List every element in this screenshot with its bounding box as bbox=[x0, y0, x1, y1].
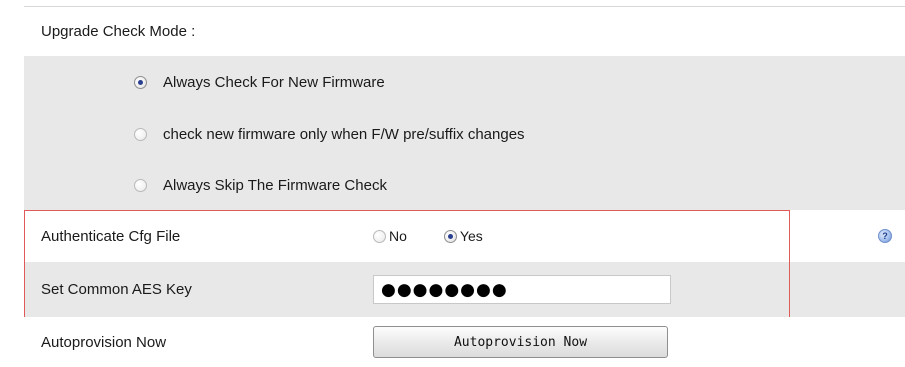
provisioning-settings-panel: Upgrade Check Mode : Always Check For Ne… bbox=[0, 0, 905, 367]
authenticate-no-option[interactable]: No bbox=[373, 228, 407, 244]
common-aes-key-input[interactable]: ●●●●●●●● bbox=[373, 275, 671, 304]
upgrade-option-prefix-suffix[interactable]: check new firmware only when F/W pre/suf… bbox=[134, 108, 525, 161]
autoprovision-label: Autoprovision Now bbox=[41, 333, 167, 351]
upgrade-option-always-check[interactable]: Always Check For New Firmware bbox=[134, 56, 385, 108]
upgrade-option-prefix-suffix-label: check new firmware only when F/W pre/suf… bbox=[163, 126, 525, 143]
upgrade-check-mode-header-row: Upgrade Check Mode : bbox=[24, 7, 905, 56]
authenticate-cfg-file-label: Authenticate Cfg File bbox=[41, 227, 181, 245]
upgrade-check-mode-title: Upgrade Check Mode : bbox=[41, 23, 196, 40]
upgrade-option-always-skip[interactable]: Always Skip The Firmware Check bbox=[134, 161, 387, 210]
upgrade-option-row-always-check: Always Check For New Firmware bbox=[24, 56, 905, 108]
radio-authenticate-yes[interactable] bbox=[443, 229, 457, 243]
radio-prefix-suffix[interactable] bbox=[134, 128, 147, 141]
authenticate-yes-option[interactable]: Yes bbox=[443, 228, 483, 244]
radio-always-skip[interactable] bbox=[134, 179, 147, 192]
autoprovision-control: Autoprovision Now bbox=[373, 317, 668, 367]
help-question-icon[interactable]: ? bbox=[878, 210, 892, 262]
radio-always-check[interactable] bbox=[134, 75, 147, 89]
radio-authenticate-no[interactable] bbox=[373, 229, 386, 243]
upgrade-option-always-check-label: Always Check For New Firmware bbox=[163, 73, 385, 91]
common-aes-key-label: Set Common AES Key bbox=[41, 281, 192, 298]
common-aes-key-control: ●●●●●●●● bbox=[373, 262, 671, 317]
upgrade-option-row-prefix-suffix: check new firmware only when F/W pre/suf… bbox=[24, 108, 905, 161]
authenticate-cfg-file-control: No Yes bbox=[373, 210, 483, 262]
upgrade-option-always-skip-label: Always Skip The Firmware Check bbox=[163, 177, 387, 194]
autoprovision-now-button[interactable]: Autoprovision Now bbox=[373, 326, 668, 358]
authenticate-no-label: No bbox=[389, 228, 407, 244]
autoprovision-row: Autoprovision Now Autoprovision Now bbox=[24, 317, 905, 367]
authenticate-yes-label: Yes bbox=[459, 228, 483, 244]
authenticate-cfg-file-radio-group: No Yes bbox=[373, 228, 483, 244]
common-aes-key-row: Set Common AES Key ●●●●●●●● bbox=[24, 262, 905, 317]
authenticate-cfg-file-row: Authenticate Cfg File No Yes ? bbox=[24, 210, 905, 262]
upgrade-option-row-always-skip: Always Skip The Firmware Check bbox=[24, 161, 905, 210]
